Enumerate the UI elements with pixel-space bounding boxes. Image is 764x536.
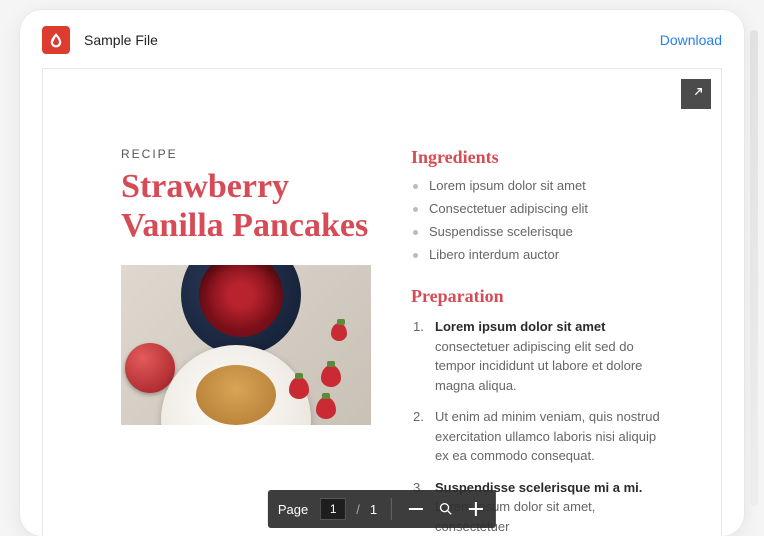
preparation-step: Ut enim ad minim veniam, quis nostrud ex… — [411, 407, 673, 466]
document-viewport: RECIPE Strawberry Vanilla Pancakes Ingre… — [42, 68, 722, 536]
recipe-kicker: RECIPE — [121, 147, 371, 161]
magnifier-icon — [438, 501, 454, 517]
file-title: Sample File — [84, 32, 158, 48]
pdf-toolbar: Page 1 / 1 — [268, 490, 496, 528]
ingredient-item: Lorem ipsum dolor sit amet — [411, 178, 673, 193]
expand-button[interactable] — [681, 79, 711, 109]
pdf-icon — [42, 26, 70, 54]
device-edge — [750, 30, 758, 506]
ingredient-item: Suspendisse scelerisque — [411, 224, 673, 239]
ingredient-item: Consectetuer adipiscing elit — [411, 201, 673, 216]
plus-icon — [469, 502, 483, 516]
total-pages: 1 — [370, 502, 377, 517]
fit-page-button[interactable] — [436, 499, 456, 519]
topbar: Sample File Download — [20, 10, 744, 66]
right-column: Ingredients Lorem ipsum dolor sit amet C… — [411, 147, 673, 536]
minus-icon — [409, 508, 423, 510]
preparation-heading: Preparation — [411, 286, 673, 307]
page-separator: / — [356, 502, 360, 517]
pdf-viewer-frame: Sample File Download RECIPE Strawberry V… — [20, 10, 744, 536]
zoom-out-button[interactable] — [406, 499, 426, 519]
preparation-step: Lorem ipsum dolor sit amet consectetuer … — [411, 317, 673, 395]
zoom-in-button[interactable] — [466, 499, 486, 519]
page-number-input[interactable]: 1 — [320, 498, 346, 520]
toolbar-divider — [391, 498, 392, 520]
page-label: Page — [278, 502, 308, 517]
pdf-page: RECIPE Strawberry Vanilla Pancakes Ingre… — [43, 69, 721, 536]
recipe-title: Strawberry Vanilla Pancakes — [121, 167, 371, 245]
left-column: RECIPE Strawberry Vanilla Pancakes — [121, 147, 371, 536]
ingredient-item: Libero interdum auctor — [411, 247, 673, 262]
ingredients-heading: Ingredients — [411, 147, 673, 168]
ingredients-list: Lorem ipsum dolor sit amet Consectetuer … — [411, 178, 673, 262]
download-link[interactable]: Download — [660, 32, 722, 48]
recipe-photo — [121, 265, 371, 425]
